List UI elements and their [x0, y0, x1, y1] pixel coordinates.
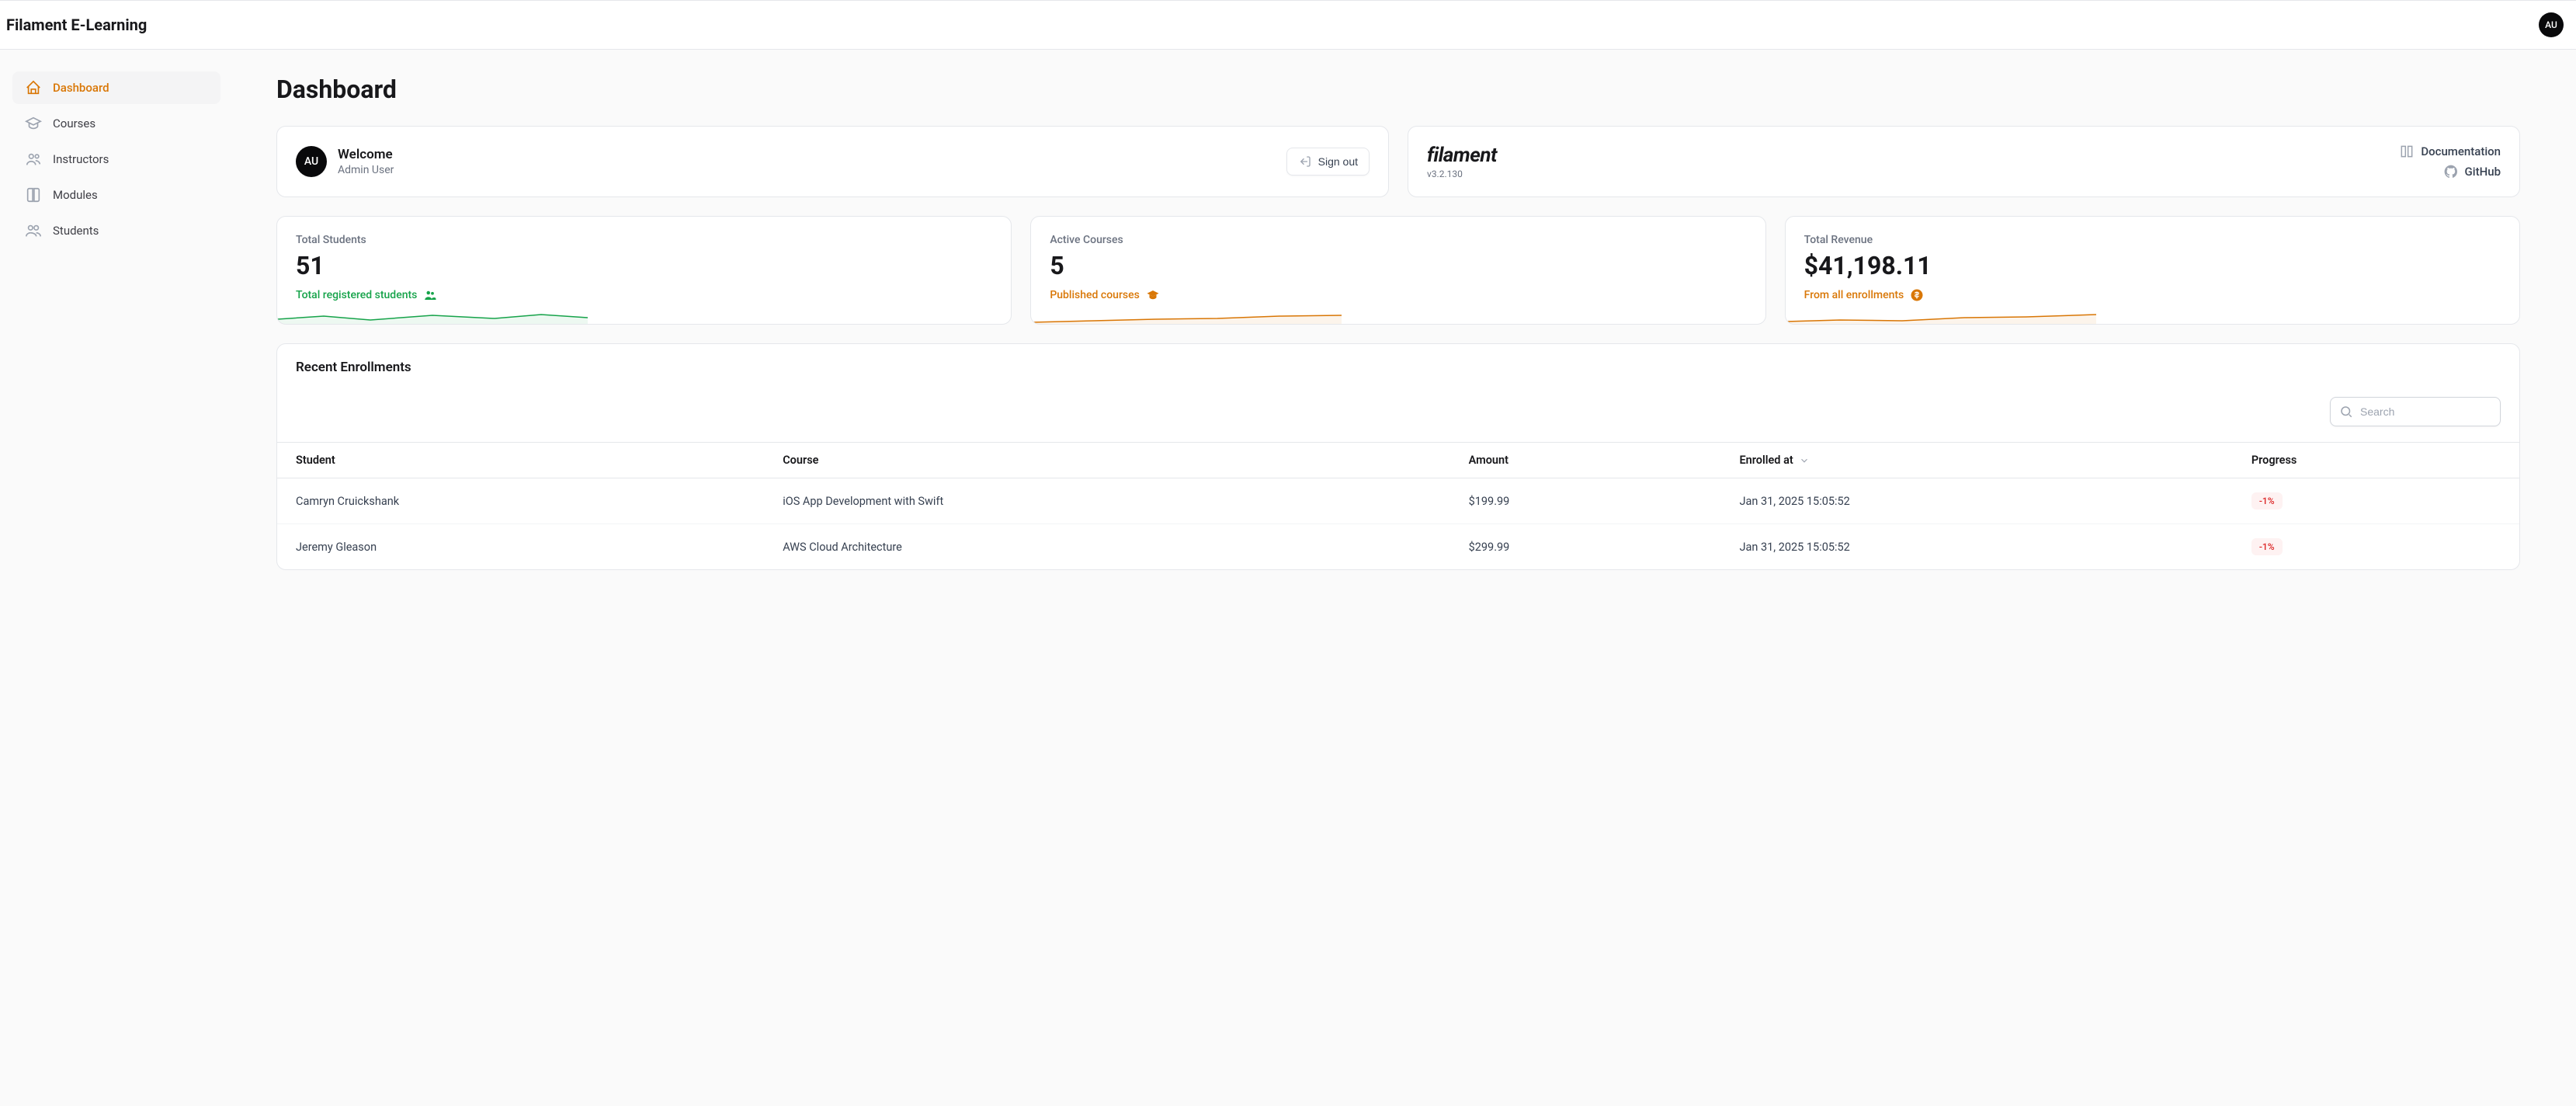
cell-course: iOS App Development with Swift [764, 478, 1449, 524]
sidebar-item-courses[interactable]: Courses [12, 107, 220, 140]
documentation-icon [2399, 144, 2415, 159]
graduation-icon [25, 115, 42, 132]
students-icon [25, 222, 42, 239]
documentation-label: Documentation [2421, 144, 2501, 158]
page-title: Dashboard [276, 75, 2520, 104]
th-student[interactable]: Student [277, 443, 764, 478]
sparkline [1031, 313, 1342, 324]
enrollments-card: Recent Enrollments Student Course Amount… [276, 343, 2520, 570]
search-input[interactable] [2330, 397, 2501, 426]
sidebar-item-label: Students [53, 224, 99, 238]
sidebar-item-dashboard[interactable]: Dashboard [12, 71, 220, 104]
stat-value: 5 [1050, 251, 1746, 280]
welcome-user-name: Admin User [338, 164, 394, 176]
sparkline [1786, 313, 2096, 324]
stat-value: $41,198.11 [1804, 251, 2501, 280]
enrollments-title: Recent Enrollments [277, 344, 2519, 388]
github-link[interactable]: GitHub [2399, 164, 2501, 179]
welcome-card: AU Welcome Admin User Sign out [276, 126, 1389, 197]
th-enrolled-at[interactable]: Enrolled at [1720, 443, 2232, 478]
stat-card-courses: Active Courses 5 Published courses [1030, 216, 1765, 325]
graduation-icon [1146, 288, 1160, 302]
filament-version: v3.2.130 [1427, 169, 1497, 179]
topbar: Filament E-Learning AU [0, 0, 2576, 50]
cell-student: Jeremy Gleason [277, 524, 764, 570]
stat-card-revenue: Total Revenue $41,198.11 From all enroll… [1785, 216, 2520, 325]
sidebar-item-label: Courses [53, 117, 95, 130]
search-icon [2339, 405, 2353, 419]
table-row[interactable]: Camryn CruickshankiOS App Development wi… [277, 478, 2519, 524]
table-row[interactable]: Jeremy GleasonAWS Cloud Architecture$299… [277, 524, 2519, 570]
stat-label: Active Courses [1050, 234, 1746, 246]
stat-label: Total Revenue [1804, 234, 2501, 246]
sidebar-item-label: Instructors [53, 152, 109, 166]
stat-desc: From all enrollments [1804, 288, 2501, 302]
book-icon [25, 186, 42, 203]
app-title: Filament E-Learning [6, 16, 147, 34]
sidebar-item-label: Modules [53, 188, 98, 202]
filament-card: filament v3.2.130 Documentation GitHub [1408, 126, 2520, 197]
instructors-icon [25, 151, 42, 168]
cell-progress: -1% [2233, 478, 2519, 524]
welcome-avatar: AU [296, 146, 327, 177]
cell-enrolled: Jan 31, 2025 15:05:52 [1720, 478, 2232, 524]
stat-card-students: Total Students 51 Total registered stude… [276, 216, 1012, 325]
sign-out-icon [1298, 155, 1312, 169]
cell-course: AWS Cloud Architecture [764, 524, 1449, 570]
th-progress[interactable]: Progress [2233, 443, 2519, 478]
dollar-icon [1910, 288, 1924, 302]
documentation-link[interactable]: Documentation [2399, 144, 2501, 159]
chevron-down-icon [1799, 455, 1810, 466]
stat-value: 51 [296, 251, 992, 280]
sign-out-button[interactable]: Sign out [1286, 148, 1370, 176]
stat-desc: Total registered students [296, 288, 992, 302]
home-icon [25, 79, 42, 96]
cell-amount: $299.99 [1450, 524, 1721, 570]
cell-enrolled: Jan 31, 2025 15:05:52 [1720, 524, 2232, 570]
sidebar-item-label: Dashboard [53, 81, 109, 95]
sparkline [277, 313, 588, 324]
users-icon [423, 288, 437, 302]
github-label: GitHub [2465, 165, 2501, 179]
github-icon [2443, 164, 2459, 179]
cell-progress: -1% [2233, 524, 2519, 570]
th-amount[interactable]: Amount [1450, 443, 1721, 478]
sidebar-item-students[interactable]: Students [12, 214, 220, 247]
sidebar-item-instructors[interactable]: Instructors [12, 143, 220, 176]
sidebar-item-modules[interactable]: Modules [12, 179, 220, 211]
th-course[interactable]: Course [764, 443, 1449, 478]
main: Dashboard AU Welcome Admin User Sign out [233, 50, 2576, 595]
sidebar: Dashboard Courses Instructors Modules St… [0, 50, 233, 595]
sign-out-label: Sign out [1318, 155, 1358, 168]
filament-brand: filament [1427, 144, 1497, 167]
stat-desc: Published courses [1050, 288, 1746, 302]
user-avatar[interactable]: AU [2539, 12, 2564, 37]
enrollments-table: Student Course Amount Enrolled at Progre… [277, 442, 2519, 569]
stat-label: Total Students [296, 234, 992, 246]
progress-badge: -1% [2251, 492, 2283, 510]
progress-badge: -1% [2251, 538, 2283, 555]
welcome-label: Welcome [338, 147, 394, 162]
cell-student: Camryn Cruickshank [277, 478, 764, 524]
cell-amount: $199.99 [1450, 478, 1721, 524]
